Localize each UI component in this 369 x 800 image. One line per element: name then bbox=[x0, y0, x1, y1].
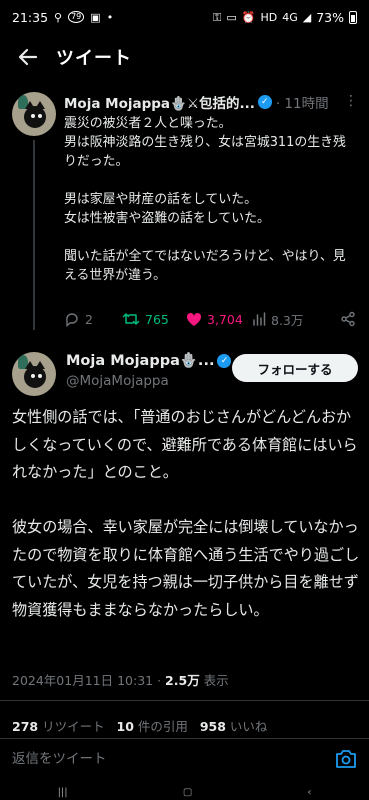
cast-icon: ▭ bbox=[226, 10, 237, 24]
system-nav-bar: ||| ▢ ‹ bbox=[0, 784, 369, 800]
tweet-meta: 2024年01月11日 10:31 · 2.5万 表示 bbox=[12, 670, 229, 689]
reply-bar bbox=[0, 742, 369, 776]
reply-input[interactable] bbox=[12, 751, 335, 767]
usb-icon: ⚲ bbox=[54, 10, 63, 24]
tweet-timestamp: 2024年01月11日 10:31 · bbox=[12, 673, 166, 688]
quote-stat[interactable]: 10 件の引用 bbox=[117, 719, 188, 734]
tweet-text: 女性側の話では、「普通のおじさんがどんどんおかしくなっていくので、避難所である体… bbox=[12, 408, 360, 619]
verified-badge-icon: ✓ bbox=[217, 353, 232, 368]
status-bar: 21:35 ⚲ 79 ▣ • ⚿ ▭ ⏰ HD 4G ◢ 73% bbox=[0, 0, 369, 34]
views-chart-icon bbox=[253, 312, 266, 326]
hd-icon: HD bbox=[260, 10, 278, 24]
view-count: 8.3万 bbox=[271, 312, 304, 328]
quote-count: 10 bbox=[116, 719, 134, 734]
like-button[interactable]: 3,704 bbox=[186, 312, 252, 327]
top-bar: ツイート bbox=[0, 34, 369, 80]
quote-label: 件の引用 bbox=[133, 719, 188, 734]
divider bbox=[0, 700, 369, 701]
views-button[interactable]: 8.3万 bbox=[252, 310, 316, 329]
avatar[interactable] bbox=[12, 352, 56, 396]
reply-button[interactable]: 2 bbox=[64, 311, 122, 327]
like-count: 3,704 bbox=[207, 311, 243, 327]
avatar[interactable] bbox=[12, 92, 56, 136]
notification-badge-icon: 79 bbox=[68, 11, 85, 23]
retweet-stat[interactable]: 278 リツイート bbox=[12, 719, 105, 734]
share-button[interactable] bbox=[340, 311, 356, 327]
retweet-count: 278 bbox=[12, 719, 39, 734]
heart-icon bbox=[186, 312, 202, 326]
reply-count: 2 bbox=[85, 311, 93, 327]
reply-icon bbox=[66, 313, 78, 327]
retweet-label: リツイート bbox=[38, 719, 105, 734]
back-button[interactable] bbox=[0, 34, 56, 80]
view-label: 表示 bbox=[199, 673, 229, 688]
page-title: ツイート bbox=[56, 48, 132, 69]
tweet-stats: 278 リツイート 10 件の引用 958 いいね bbox=[12, 716, 267, 735]
tweet-text: 震災の被災者２人と喋った。 男は阪神淡路の生き残り、女は宮城311の生き残りだっ… bbox=[64, 116, 346, 283]
recent-apps-icon[interactable]: ||| bbox=[58, 787, 68, 798]
author-name-row: Moja Mojappa🪬... ✓ bbox=[66, 352, 232, 369]
share-icon bbox=[341, 311, 355, 327]
tweet-actions: 2 765 3,704 8.3万 bbox=[64, 308, 356, 330]
signal-icon: ◢ bbox=[302, 10, 312, 24]
like-label: いいね bbox=[225, 719, 268, 734]
retweet-icon bbox=[122, 313, 140, 325]
author-name[interactable]: Moja Mojappa🪬... bbox=[66, 352, 214, 369]
more-options-icon[interactable]: ⋮ bbox=[344, 94, 358, 108]
back-arrow-icon bbox=[18, 48, 38, 66]
like-stat[interactable]: 958 いいね bbox=[200, 719, 268, 734]
key-icon: ⚿ bbox=[212, 10, 222, 24]
camera-icon[interactable] bbox=[335, 749, 357, 769]
battery-icon bbox=[349, 10, 357, 24]
verified-badge-icon: ✓ bbox=[257, 95, 272, 109]
battery-percent: 73% bbox=[316, 9, 344, 25]
home-icon[interactable]: ▢ bbox=[183, 787, 192, 798]
status-time: 21:35 bbox=[12, 9, 49, 25]
back-nav-icon[interactable]: ‹ bbox=[307, 787, 311, 798]
view-count: 2.5万 bbox=[165, 673, 200, 688]
thread-line bbox=[33, 140, 35, 330]
follow-button[interactable]: フォローする bbox=[232, 354, 358, 382]
tweet-header: Moja Mojappa🪬⚔包括的... ✓ · 11時間 bbox=[64, 92, 359, 112]
gallery-icon: ▣ bbox=[90, 10, 101, 24]
tweet-time[interactable]: · 11時間 bbox=[276, 92, 329, 112]
retweet-button[interactable]: 765 bbox=[122, 311, 186, 327]
author-name[interactable]: Moja Mojappa🪬⚔包括的... bbox=[64, 92, 255, 112]
retweet-count: 765 bbox=[145, 311, 169, 327]
like-count: 958 bbox=[199, 719, 226, 734]
divider bbox=[0, 738, 369, 739]
dot-icon: • bbox=[106, 10, 114, 24]
network-type: 4G bbox=[282, 10, 298, 24]
author-handle[interactable]: @MojaMojappa bbox=[66, 373, 169, 389]
alarm-icon: ⏰ bbox=[241, 10, 256, 24]
